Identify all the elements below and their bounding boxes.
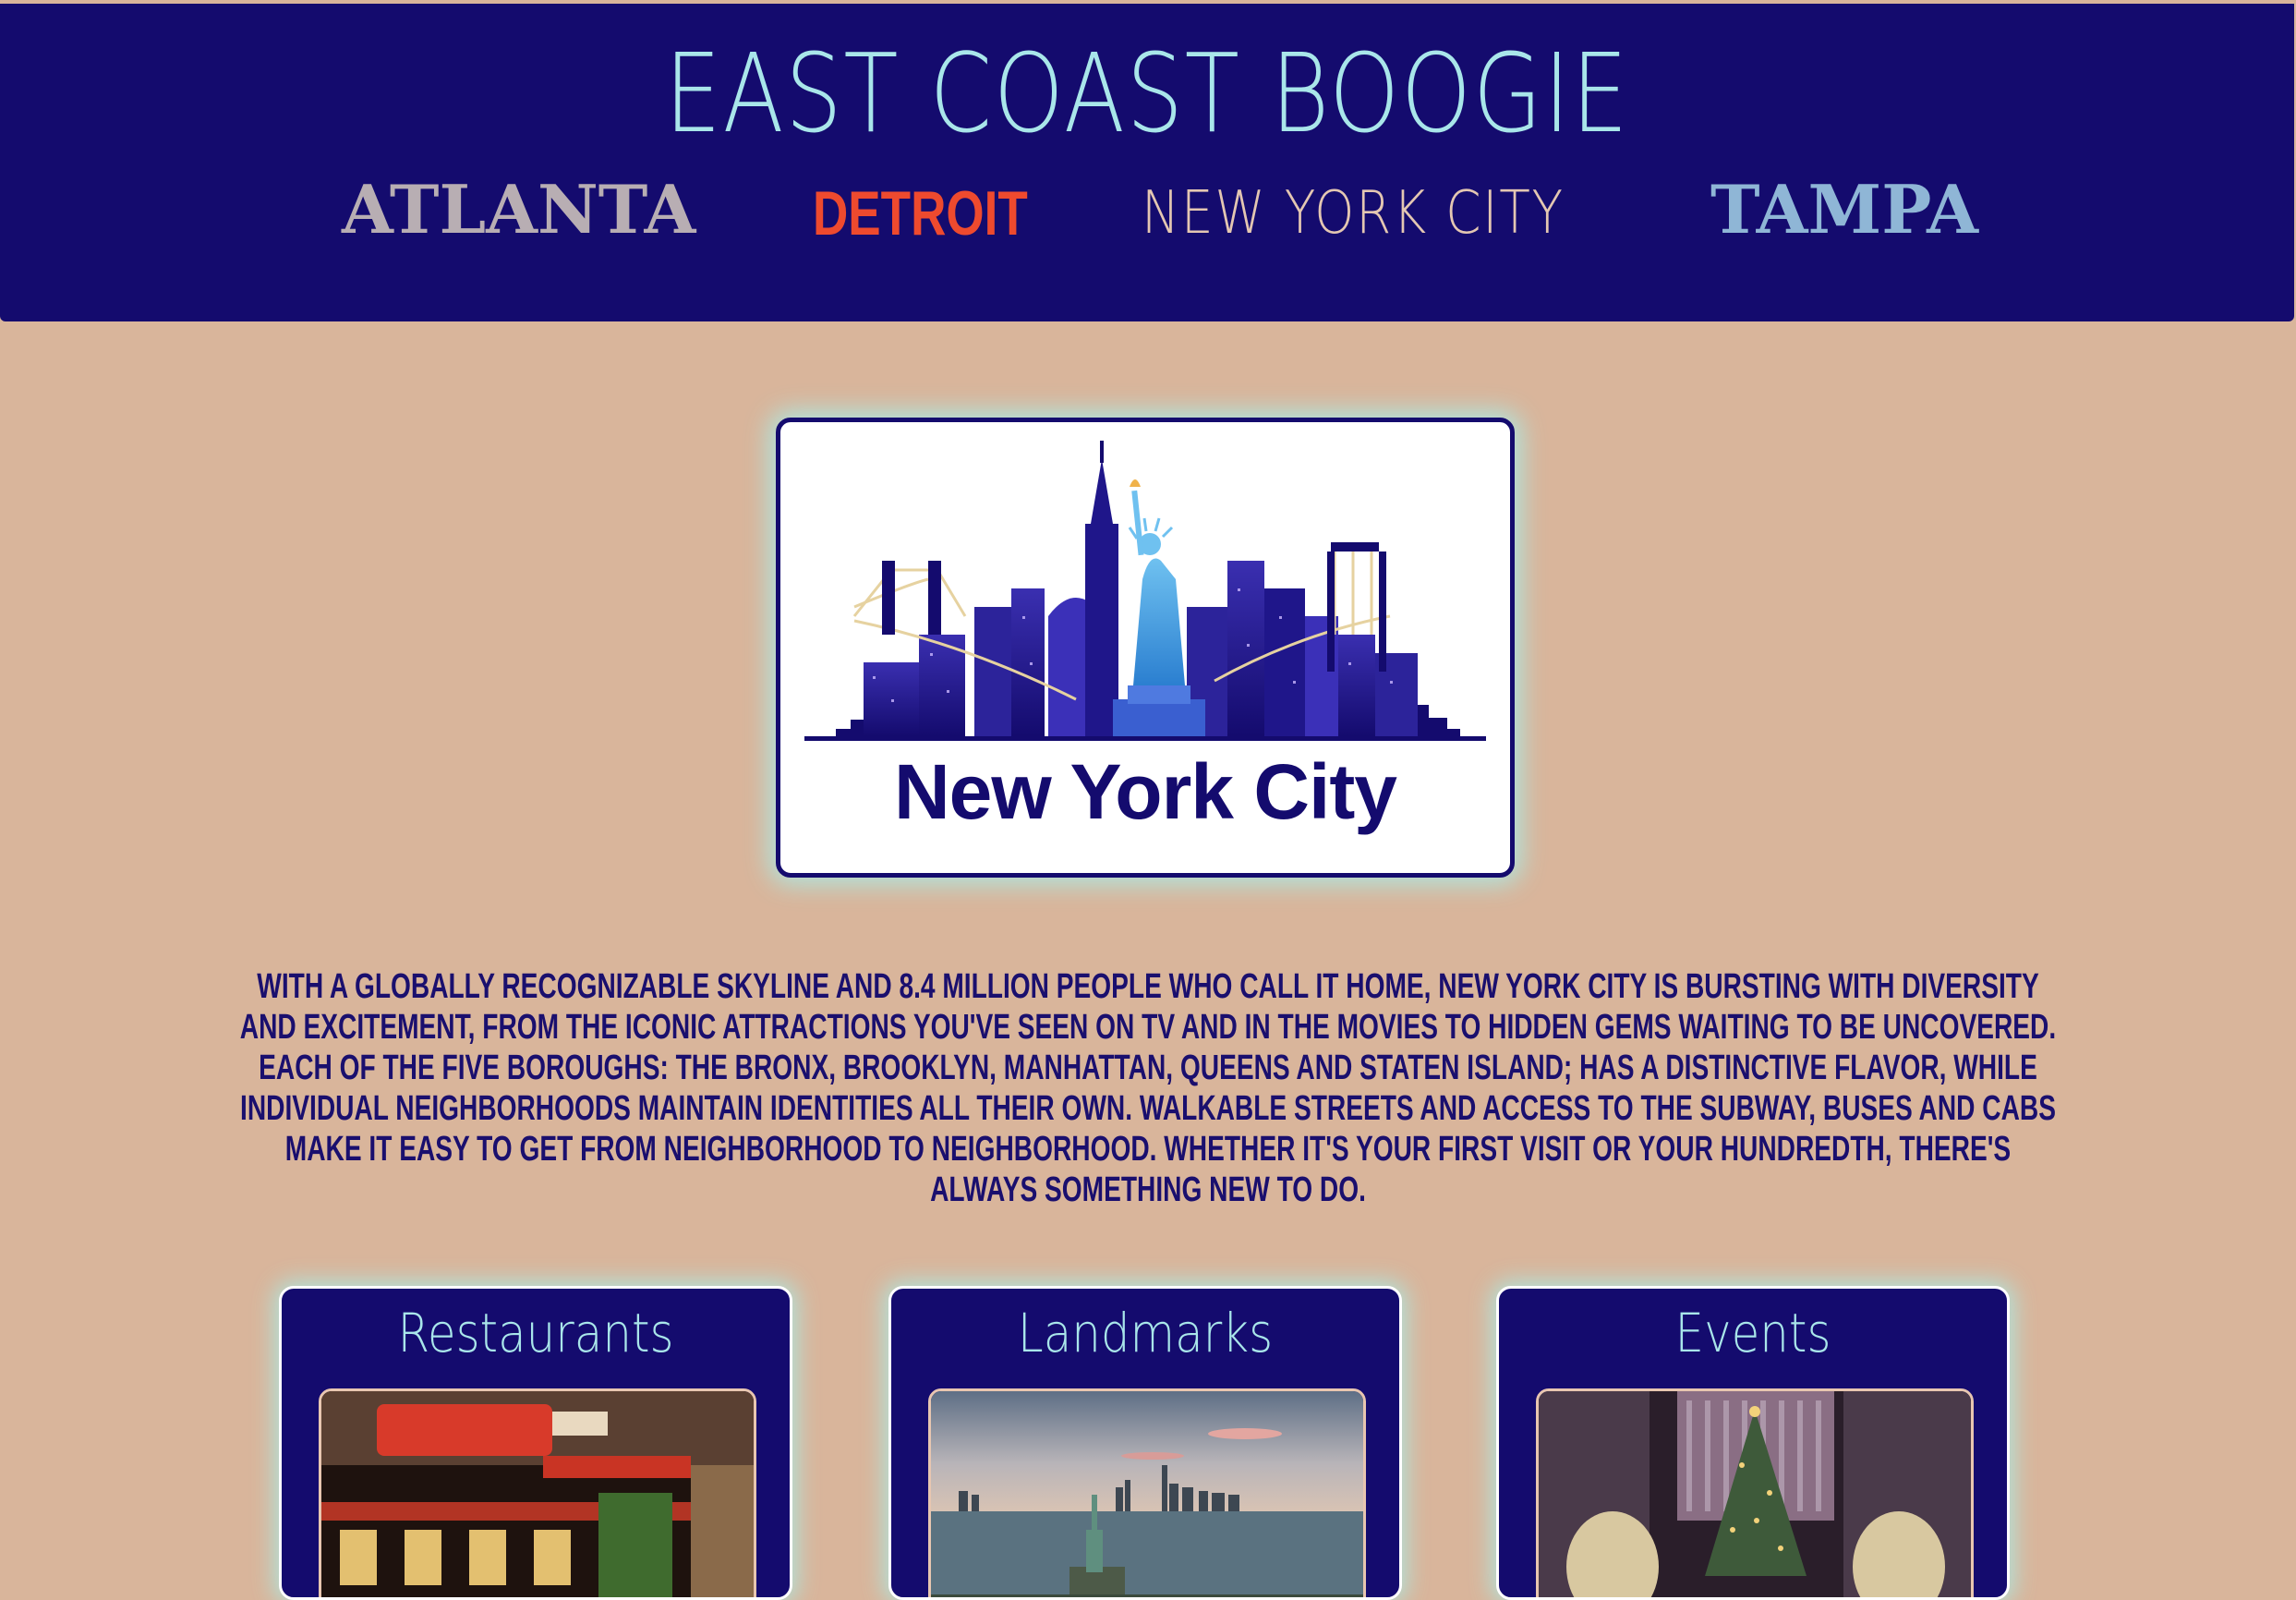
nav-link-atlanta[interactable]: ATLANTA [342,170,695,248]
city-description-text: With a globally recognizable skyline and… [239,967,2057,1209]
card-title-landmarks: Landmarks [1017,1302,1274,1364]
nav-link-tampa[interactable]: TAMPA [1710,170,1978,248]
nav-link-new-york-city[interactable]: NEW YORK CITY [1142,179,1565,248]
rockefeller-christmas-tree-photo[interactable] [1536,1388,1974,1597]
hero-caption: New York City [893,748,1397,835]
site-header: EAST COAST BOOGIE ATLANTA DETROIT NEW YO… [0,4,2294,321]
card-events[interactable]: Events [1496,1286,2010,1600]
card-title-restaurants: Restaurants [397,1302,674,1364]
juniors-restaurant-photo[interactable] [319,1388,756,1597]
nav-link-detroit[interactable]: DETROIT [813,177,1028,249]
statue-of-liberty-harbor-photo[interactable] [928,1388,1366,1597]
city-nav: ATLANTA DETROIT NEW YORK CITY TAMPA [0,170,2294,262]
hero-image-card: New York City [776,418,1515,878]
card-restaurants[interactable]: Restaurants [279,1286,792,1600]
card-title-events: Events [1674,1302,1831,1364]
card-landmarks[interactable]: Landmarks [888,1286,1402,1600]
site-title[interactable]: EAST COAST BOOGIE [207,30,2088,157]
city-description: With a globally recognizable skyline and… [231,966,2065,1210]
